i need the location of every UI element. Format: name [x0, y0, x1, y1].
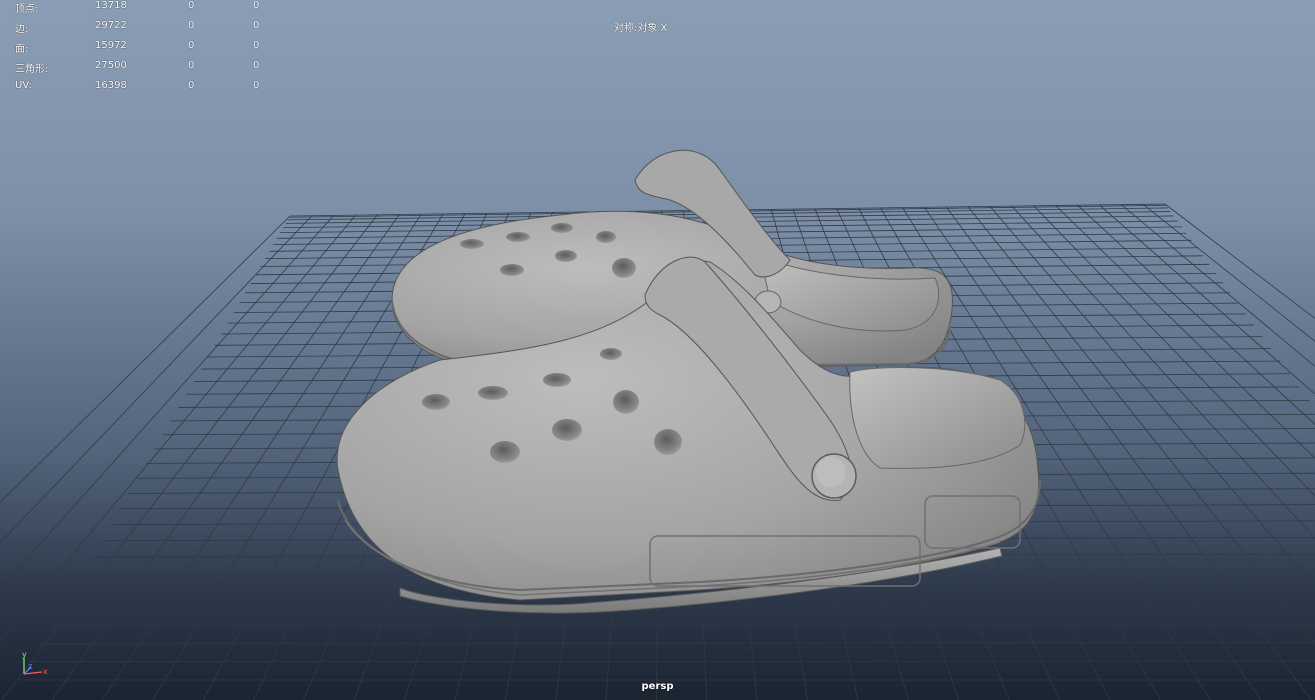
grid-line	[61, 605, 1315, 609]
hud-stat-value: 0	[253, 80, 260, 91]
hud-stat-value: 0	[188, 0, 195, 11]
axis-y-label: y	[22, 650, 27, 659]
poly-count-hud: 顶点: 13718 0 0 边: 29722 0 0 面: 15972 0 0 三角形: 27500 0 0 U…	[0, 0, 270, 95]
hud-row: 边: 29722 0 0	[0, 20, 270, 35]
symmetry-indicator: 对称:对象 X	[614, 23, 668, 34]
hud-stat-value: 0	[188, 40, 195, 51]
hud-row: 顶点: 13718 0 0	[0, 0, 270, 15]
axis-x-label: x	[43, 667, 48, 676]
grid-line	[0, 214, 356, 643]
hud-stat-value: 15972	[95, 40, 127, 51]
hud-stat-label: 三角形:	[15, 64, 49, 75]
hud-stat-label: 面:	[15, 44, 29, 55]
view-axis-gizmo: y z x	[14, 650, 54, 680]
hud-stat-value: 0	[253, 40, 260, 51]
hud-stat-value: 0	[188, 80, 195, 91]
camera-name-label: persp	[641, 681, 674, 692]
hud-stat-value: 16398	[95, 80, 127, 91]
hud-stat-value: 29722	[95, 20, 127, 31]
grid-line	[1120, 204, 1315, 367]
hud-stat-value: 0	[253, 20, 260, 31]
hud-stat-label: 边:	[15, 24, 29, 35]
grid-line	[1, 214, 378, 700]
hud-stat-label: 顶点:	[15, 4, 39, 15]
grid-line	[0, 215, 335, 590]
hud-stat-label: UV:	[15, 80, 32, 91]
grid-line	[41, 642, 1315, 644]
axis-z-label: z	[28, 662, 33, 671]
grid-line	[1077, 204, 1315, 425]
viewport-scene[interactable]	[0, 0, 1315, 700]
grid-line	[1055, 205, 1315, 459]
grid-line	[1011, 205, 1315, 540]
hud-stat-value: 27500	[95, 60, 127, 71]
grid-line	[1142, 203, 1315, 342]
grid-line	[989, 206, 1315, 588]
hud-row: 面: 15972 0 0	[0, 40, 270, 55]
maya-viewport[interactable]: 顶点: 13718 0 0 边: 29722 0 0 面: 15972 0 0 三角形: 27500 0 0 U…	[0, 0, 1315, 700]
hud-stat-value: 13718	[95, 0, 127, 11]
hud-stat-value: 0	[188, 60, 195, 71]
hud-row: 三角形: 27500 0 0	[0, 60, 270, 75]
grid-line	[0, 215, 313, 544]
hud-stat-value: 0	[253, 0, 260, 11]
grid-line	[1164, 203, 1315, 319]
grid-line	[51, 623, 1315, 626]
hud-row: UV: 16398 0 0	[0, 80, 270, 94]
hud-stat-value: 0	[188, 20, 195, 31]
grid-line	[0, 215, 291, 504]
hud-stat-value: 0	[253, 60, 260, 71]
grid-line	[1033, 205, 1315, 497]
